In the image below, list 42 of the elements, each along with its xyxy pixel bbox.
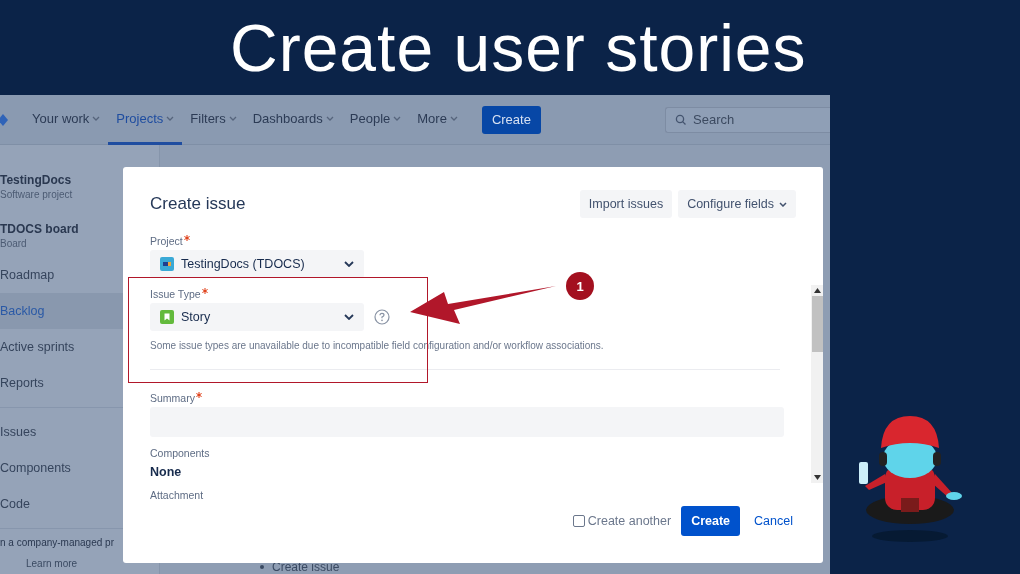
bookmark-icon	[160, 310, 174, 324]
list-item: Create issue	[272, 560, 340, 574]
project-name: TestingDocs	[0, 173, 73, 187]
chevron-icon	[325, 115, 334, 121]
select-field[interactable]: TestingDocs (TDOCS)	[150, 250, 364, 278]
slide-title: Create user stories	[230, 9, 807, 86]
field-label: Summary	[150, 392, 202, 404]
dialog-title: Create issue	[150, 194, 246, 214]
learn-more-link[interactable]: Learn more	[0, 558, 159, 569]
caret-icon	[344, 314, 354, 320]
nav-tab[interactable]: Filters	[182, 94, 245, 145]
chevron-icon	[449, 115, 458, 121]
field-label: Attachment	[150, 489, 204, 501]
create-another-checkbox[interactable]: Create another	[572, 514, 672, 528]
dialog-header-button[interactable]: Configure fields	[678, 190, 796, 218]
sidebar-note: n a company-managed pr	[0, 537, 115, 548]
select-field[interactable]: Story	[150, 303, 364, 331]
scrollbar[interactable]	[811, 285, 823, 483]
nav-tab[interactable]: People	[341, 94, 410, 145]
chevron-icon	[393, 115, 402, 121]
nav-tab[interactable]: More	[409, 94, 466, 145]
chevron-icon	[228, 115, 237, 121]
create-button[interactable]: Create	[681, 506, 741, 536]
nav-tab[interactable]: Your work	[24, 94, 109, 145]
field-value[interactable]: None	[150, 465, 784, 479]
dialog-header-button[interactable]: Import issues	[579, 190, 673, 218]
chevron-icon	[166, 115, 175, 121]
scroll-down-icon[interactable]	[813, 475, 821, 480]
create-button[interactable]: Create	[481, 105, 541, 134]
nav-tab[interactable]: Dashboards	[244, 94, 342, 145]
search-field[interactable]: Search	[665, 106, 830, 133]
chevron-icon	[92, 115, 101, 121]
project-avatar-icon	[160, 257, 174, 271]
project-type: Software project	[0, 189, 74, 200]
cancel-link[interactable]: Cancel	[750, 514, 795, 528]
help-icon[interactable]	[374, 309, 390, 325]
scroll-up-icon[interactable]	[813, 288, 821, 293]
field-label: Components	[150, 447, 210, 459]
field-label: Project	[150, 235, 190, 247]
search-icon	[675, 113, 687, 126]
caret-icon	[344, 261, 354, 267]
bullet-icon	[260, 565, 264, 569]
